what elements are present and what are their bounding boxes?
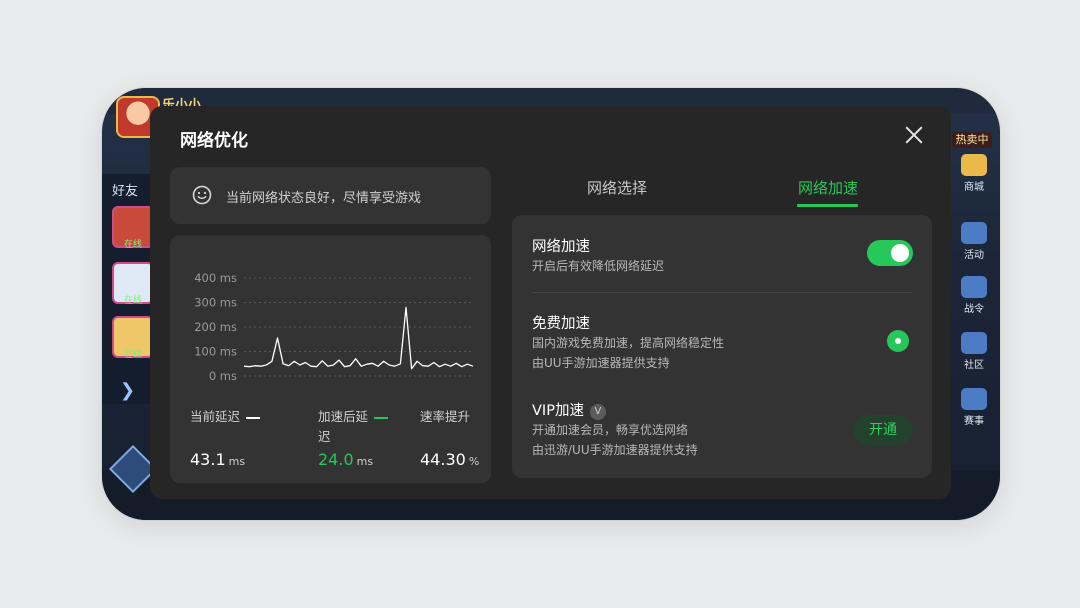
network-status-text: 当前网络状态良好，尽情享受游戏 <box>226 191 422 206</box>
y-tick-label: 200 ms <box>194 320 237 334</box>
current-line-legend <box>246 416 261 419</box>
active-tab-indicator <box>797 204 858 207</box>
boosted-latency-unit: ms <box>356 455 374 468</box>
network-optimization-dialog: 网络优化 当前网络状态良好，尽情享受游戏 400 ms 300 ms 200 ms 1… <box>150 106 951 499</box>
vip-accel-title: VIP加速 V <box>532 399 606 420</box>
menu-community[interactable]: 社区 <box>952 332 996 371</box>
menu-activity[interactable]: 活动 <box>952 222 996 261</box>
menu-activity-label: 活动 <box>964 250 984 261</box>
community-icon <box>961 332 987 354</box>
close-icon[interactable] <box>903 124 925 146</box>
menu-shop[interactable]: 商城 <box>952 154 996 193</box>
gift-icon <box>961 222 987 244</box>
friend-avatar[interactable]: 在线 <box>112 206 154 250</box>
shop-icon <box>961 154 987 176</box>
right-menu: 商城 活动 战令 社区 赛事 <box>948 134 1000 494</box>
current-latency-label: 当前延迟 <box>190 407 261 427</box>
y-tick-label: 300 ms <box>194 296 237 310</box>
y-tick-label: 0 ms <box>209 369 237 383</box>
friend-status: 在线 <box>123 240 142 250</box>
friend-avatar[interactable]: 在线 <box>112 316 154 360</box>
friend-status: 在线 <box>123 296 142 306</box>
accel-title: 网络加速 <box>532 239 590 255</box>
free-accel-desc-1: 国内游戏免费加速，提高网络稳定性 <box>532 336 725 350</box>
boosted-latency-value: 24.0 ms <box>318 450 373 469</box>
vip-accel-desc-1: 开通加速会员，畅享优选网络 <box>532 423 689 437</box>
boosted-latency-number: 24.0 <box>318 450 354 469</box>
accel-desc: 开启后有效降低网络延迟 <box>532 259 665 273</box>
free-accel-desc-2: 由UU手游加速器提供支持 <box>532 356 670 370</box>
divider <box>532 292 912 293</box>
tab-network-accel[interactable]: 网络加速 <box>798 177 858 198</box>
current-latency-value: 43.1 ms <box>190 450 245 469</box>
network-status-card: 当前网络状态良好，尽情享受游戏 <box>170 167 491 224</box>
menu-tournament[interactable]: 赛事 <box>952 388 996 427</box>
speed-rate-value: 44.30% <box>420 450 479 469</box>
current-latency-label-text: 当前延迟 <box>190 409 241 424</box>
boosted-latency-label-text: 加速后延 <box>318 409 369 424</box>
menu-community-label: 社区 <box>964 360 984 371</box>
trophy-icon <box>961 388 987 410</box>
menu-tournament-label: 赛事 <box>964 416 984 427</box>
menu-pass-label: 战令 <box>964 304 984 315</box>
free-accel-radio[interactable] <box>887 330 909 352</box>
speed-rate-label: 速率提升 <box>420 409 471 424</box>
tab-network-select[interactable]: 网络选择 <box>587 177 647 198</box>
smile-icon <box>192 185 212 205</box>
current-latency-unit: ms <box>228 455 246 468</box>
vip-badge-icon: V <box>589 404 606 420</box>
radio-dot <box>895 338 901 344</box>
chevron-right-icon[interactable]: ❯ <box>120 380 135 401</box>
vip-accel-desc-2: 由迅游/UU手游加速器提供支持 <box>532 443 698 457</box>
y-tick-label: 100 ms <box>194 345 237 359</box>
dialog-title: 网络优化 <box>180 131 248 151</box>
friend-status: 在线 <box>123 350 142 360</box>
y-tick-label: 400 ms <box>194 271 237 285</box>
free-accel-title: 免费加速 <box>532 316 590 332</box>
menu-pass[interactable]: 战令 <box>952 276 996 315</box>
menu-shop-label: 商城 <box>964 182 984 193</box>
latency-series-line <box>243 306 474 370</box>
vip-accel-title-text: VIP加速 <box>532 403 584 419</box>
accel-toggle[interactable] <box>867 240 913 266</box>
boosted-latency-label-text-2: 迟 <box>318 429 331 444</box>
toggle-knob <box>891 244 909 262</box>
boosted-latency-label: 加速后延迟 <box>318 407 389 447</box>
accel-settings-card: 网络加速 开启后有效降低网络延迟 免费加速 国内游戏免费加速，提高网络稳定性 由… <box>512 215 932 478</box>
vip-open-button[interactable]: 开通 <box>853 415 913 445</box>
pass-icon <box>961 276 987 298</box>
boost-line-legend <box>374 416 389 419</box>
speed-rate-number: 44.30 <box>420 450 466 469</box>
latency-chart: 400 ms 300 ms 200 ms 100 ms 0 ms <box>194 271 474 383</box>
friends-label[interactable]: 好友 <box>112 180 138 199</box>
current-latency-number: 43.1 <box>190 450 226 469</box>
friend-avatar[interactable]: 在线 <box>112 262 154 306</box>
speed-rate-unit: % <box>468 455 480 468</box>
latency-chart-card: 400 ms 300 ms 200 ms 100 ms 0 ms 当前延迟 加速后延迟 … <box>170 235 491 483</box>
